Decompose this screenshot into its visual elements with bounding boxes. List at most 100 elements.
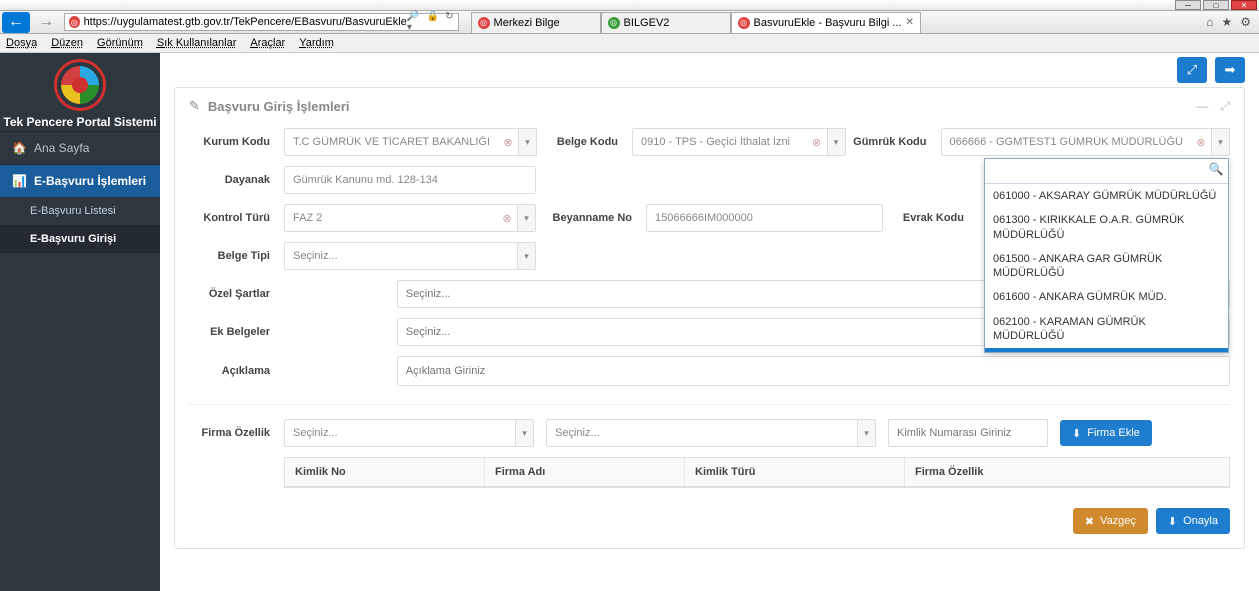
dropdown-option-selected[interactable]: 066666 - GGMTEST1 GÜMRÜK MÜDÜRLÜĞÜ	[985, 348, 1228, 352]
chevron-down-icon[interactable]: ▾	[517, 243, 535, 269]
sidebar-subitem-liste[interactable]: E-Başvuru Listesi	[0, 197, 160, 225]
dropdown-option[interactable]: 061600 - ANKARA GÜMRÜK MÜD.	[985, 285, 1228, 309]
clear-icon[interactable]: ⊗	[807, 136, 827, 149]
label-beyanname-no: Beyanname No	[536, 212, 646, 224]
nav-forward-button[interactable]: →	[32, 12, 60, 33]
url-bar[interactable]: ◎ https://uygulamatest.gtb.gov.tr/TekPen…	[64, 13, 459, 31]
label-ozel-sartlar: Özel Şartlar	[189, 288, 284, 300]
kurum-kodu-select[interactable]: T.C GÜMRÜK VE TİCARET BAKANLIĞI ⊗ ▾	[284, 128, 537, 156]
chevron-down-icon[interactable]: ▾	[1211, 129, 1229, 155]
chevron-down-icon[interactable]: ▾	[515, 420, 533, 446]
browser-tab-strip: ◎Merkezi Bilge ◎BILGEV2 ◎BasvuruEkle - B…	[471, 12, 921, 33]
dropdown-option[interactable]: 061000 - AKSARAY GÜMRÜK MÜDÜRLÜĞÜ	[985, 184, 1228, 208]
tab-label: BasvuruEkle - Başvuru Bilgi ...	[754, 17, 902, 29]
browser-tab-active[interactable]: ◎ BasvuruEkle - Başvuru Bilgi ... ✕	[731, 12, 921, 33]
label-belge-tipi: Belge Tipi	[189, 250, 284, 262]
table-header-kimlikno: Kimlik No	[285, 458, 485, 486]
dropdown-option[interactable]: 062100 - KARAMAN GÜMRÜK MÜDÜRLÜĞÜ	[985, 310, 1228, 349]
logout-button[interactable]: ➡	[1215, 57, 1245, 83]
aciklama-input[interactable]	[397, 356, 1230, 386]
dropdown-option[interactable]: 061300 - KIRIKKALE O.A.R. GÜMRÜK MÜDÜRLÜ…	[985, 208, 1228, 247]
search-icon[interactable]: 🔍	[1207, 162, 1225, 180]
panel-expand-icon[interactable]: ⤢	[1220, 99, 1230, 114]
chevron-down-icon[interactable]: ▾	[857, 420, 875, 446]
onayla-label: Onayla	[1183, 515, 1218, 527]
table-header-row: Kimlik No Firma Adı Kimlik Türü Firma Öz…	[285, 458, 1229, 487]
menu-help[interactable]: Yardım	[299, 37, 334, 49]
vazgec-button[interactable]: ✖ Vazgeç	[1073, 508, 1148, 534]
belge-kodu-select[interactable]: 0910 - TPS - Geçici İthalat İzni ⊗ ▾	[632, 128, 845, 156]
menu-favorites[interactable]: Sık Kullanılanlar	[157, 37, 237, 49]
browser-home-icon[interactable]: ⌂	[1206, 15, 1213, 29]
label-kontrol-turu: Kontrol Türü	[189, 212, 284, 224]
panel-collapse-icon[interactable]: —	[1196, 99, 1208, 114]
sidebar-item-home[interactable]: 🏠 Ana Sayfa	[0, 131, 160, 164]
sidebar-subitem-giris[interactable]: E-Başvuru Girişi	[0, 225, 160, 253]
dropdown-option[interactable]: 061500 - ANKARA GAR GÜMRÜK MÜDÜRLÜĞÜ	[985, 247, 1228, 286]
firma-ozellik-select-2[interactable]: Seçiniz... ▾	[546, 419, 876, 447]
kimlik-numarasi-input[interactable]	[888, 419, 1048, 447]
gumruk-kodu-select[interactable]: 066666 - GGMTEST1 GÜMRÜK MÜDÜRLÜĞÜ ⊗ ▾ 🔍	[941, 128, 1231, 156]
firma-table: Kimlik No Firma Adı Kimlik Türü Firma Öz…	[284, 457, 1230, 488]
chart-icon: 📊	[12, 174, 26, 188]
browser-tab[interactable]: ◎Merkezi Bilge	[471, 12, 601, 33]
firma-ozellik-select-1[interactable]: Seçiniz... ▾	[284, 419, 534, 447]
chevron-down-icon[interactable]: ▾	[827, 129, 845, 155]
portal-logo-icon	[54, 59, 106, 111]
firma-ekle-button[interactable]: ⬇ Firma Ekle	[1060, 420, 1152, 446]
browser-tools-icon[interactable]: ⚙	[1240, 15, 1251, 29]
belge-kodu-value: 0910 - TPS - Geçici İthalat İzni	[633, 136, 806, 148]
chevron-down-icon[interactable]: ▾	[518, 129, 536, 155]
tab-label: BILGEV2	[624, 17, 670, 29]
browser-tab[interactable]: ◎BILGEV2	[601, 12, 731, 33]
logout-icon: ➡	[1225, 62, 1236, 78]
clear-icon[interactable]: ⊗	[1191, 136, 1211, 149]
browser-favorites-icon[interactable]: ★	[1221, 15, 1232, 29]
kontrol-turu-select[interactable]: FAZ 2 ⊗ ▾	[284, 204, 536, 232]
refresh-icon[interactable]: ↻	[445, 11, 453, 33]
menu-edit[interactable]: Düzen	[51, 37, 83, 49]
onayla-button[interactable]: ⬇ Onayla	[1156, 508, 1230, 534]
form-panel: ✎ Başvuru Giriş İşlemleri — ⤢ Kurum Kodu…	[174, 87, 1245, 549]
expand-icon: ⤢	[1187, 62, 1197, 78]
belge-tipi-placeholder: Seçiniz...	[285, 250, 517, 262]
dayanak-input[interactable]: Gümrük Kanunu md. 128-134	[284, 166, 536, 194]
gumruk-kodu-dropdown-popup: 🔍 061000 - AKSARAY GÜMRÜK MÜDÜRLÜĞÜ 0613…	[984, 158, 1229, 353]
label-belge-kodu: Belge Kodu	[537, 136, 632, 148]
menu-view[interactable]: Görünüm	[97, 37, 143, 49]
top-action-bar: ⤢ ➡	[160, 53, 1259, 87]
label-firma-ozellik: Firma Özellik	[189, 427, 284, 439]
download-icon: ⬇	[1072, 427, 1081, 440]
nav-back-button[interactable]: ←	[2, 12, 30, 33]
dayanak-value: Gümrük Kanunu md. 128-134	[285, 174, 535, 186]
portal-title: Tek Pencere Portal Sistemi	[0, 115, 160, 129]
menu-tools[interactable]: Araçlar	[250, 37, 285, 49]
label-gumruk-kodu: Gümrük Kodu	[846, 136, 941, 148]
clear-icon[interactable]: ⊗	[497, 212, 517, 225]
belge-tipi-select[interactable]: Seçiniz... ▾	[284, 242, 536, 270]
dropdown-option-list[interactable]: 061000 - AKSARAY GÜMRÜK MÜDÜRLÜĞÜ 061300…	[985, 184, 1228, 352]
beyanname-no-input[interactable]: 15066666IM000000	[646, 204, 883, 232]
kontrol-turu-value: FAZ 2	[285, 212, 497, 224]
sidebar-item-ebasvuru[interactable]: 📊 E-Başvuru İşlemleri	[0, 164, 160, 197]
tab-close-icon[interactable]: ✕	[906, 17, 914, 28]
table-header-firmaadi: Firma Adı	[485, 458, 685, 486]
kurum-kodu-value: T.C GÜMRÜK VE TİCARET BAKANLIĞI	[285, 136, 498, 148]
aciklama-field[interactable]	[398, 357, 1229, 385]
tab-favicon-icon: ◎	[478, 17, 490, 29]
panel-title: Başvuru Giriş İşlemleri	[208, 99, 350, 114]
kimlik-numarasi-field[interactable]	[889, 420, 1047, 446]
main-content: ⤢ ➡ ✎ Başvuru Giriş İşlemleri — ⤢ Kurum …	[160, 53, 1259, 591]
window-close-button[interactable]: ✕	[1231, 0, 1257, 10]
dropdown-search-input[interactable]	[988, 162, 1207, 180]
menu-file[interactable]: Dosya	[6, 37, 37, 49]
window-minimize-button[interactable]: ─	[1175, 0, 1201, 10]
fullscreen-button[interactable]: ⤢	[1177, 57, 1207, 83]
chevron-down-icon[interactable]: ▾	[517, 205, 535, 231]
label-evrak-kodu: Evrak Kodu	[883, 212, 978, 224]
window-restore-button[interactable]: □	[1203, 0, 1229, 10]
label-aciklama: Açıklama	[189, 365, 284, 377]
clear-icon[interactable]: ⊗	[498, 136, 518, 149]
tab-favicon-icon: ◎	[738, 17, 750, 29]
https-lock-icon: 🔒	[427, 11, 439, 33]
